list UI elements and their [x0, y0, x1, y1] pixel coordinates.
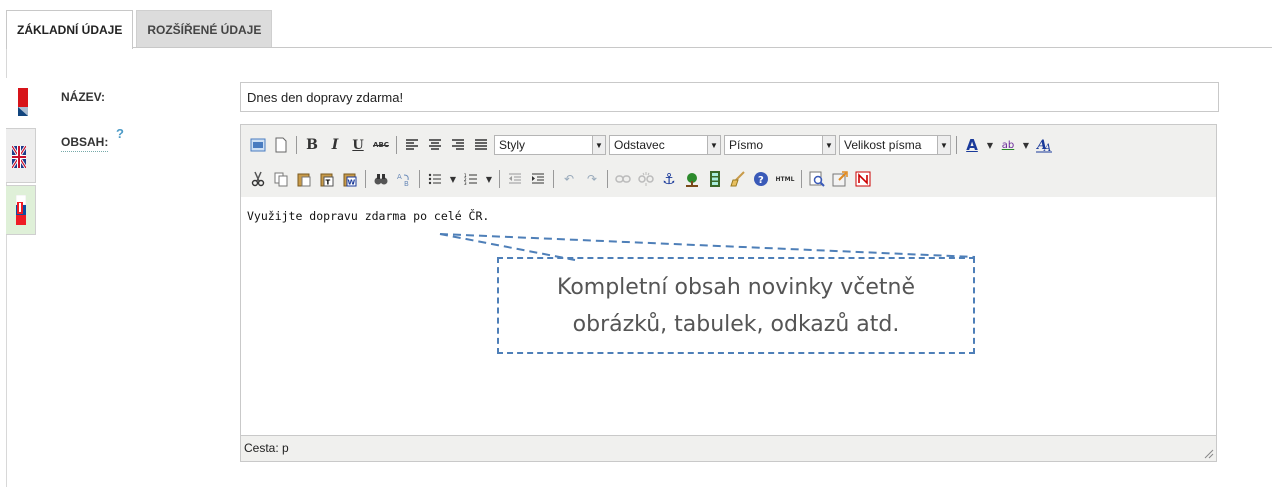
help-icon[interactable]: ?: [116, 126, 124, 141]
html-icon[interactable]: HTML: [774, 169, 796, 189]
cleanup-icon[interactable]: [728, 169, 748, 189]
underline-icon[interactable]: U: [348, 135, 368, 155]
paste-icon[interactable]: [294, 169, 314, 189]
italic-icon[interactable]: I: [325, 135, 345, 155]
svg-text:B: B: [404, 180, 409, 187]
toolbar-separator: [499, 170, 500, 188]
styles-select[interactable]: Styly ▼: [494, 135, 606, 155]
remove-format-icon[interactable]: AA: [1034, 135, 1054, 155]
language-sk[interactable]: [6, 185, 36, 235]
paragraph-select[interactable]: Odstavec ▼: [609, 135, 721, 155]
align-center-icon[interactable]: [425, 135, 445, 155]
svg-text:T: T: [326, 179, 331, 187]
content-label: OBSAH:: [61, 135, 109, 152]
align-right-icon[interactable]: [448, 135, 468, 155]
tab-basic-info[interactable]: ZÁKLADNÍ ÚDAJE: [6, 10, 134, 49]
font-size-select-value: Velikost písma: [844, 138, 922, 152]
font-size-select[interactable]: Velikost písma ▼: [839, 135, 951, 155]
toolbar-separator: [801, 170, 802, 188]
image-icon[interactable]: [682, 169, 702, 189]
tab-extended-info[interactable]: ROZŠÍŘENÉ ÚDAJE: [136, 10, 273, 48]
chevron-down-icon[interactable]: ▼: [448, 169, 458, 189]
chevron-down-icon[interactable]: ▼: [484, 169, 494, 189]
annotation-text: Kompletní obsah novinky včetně obrázků, …: [557, 269, 915, 343]
toolbar-separator: [607, 170, 608, 188]
title-label: NÁZEV:: [61, 90, 106, 104]
link-icon[interactable]: [613, 169, 633, 189]
toolbar-row-1: B I U ABC Styly ▼ Odstavec ▼ Písmo ▼ Vel…: [248, 133, 1057, 157]
toolbar-separator: [296, 136, 297, 154]
numbered-list-icon[interactable]: 123: [461, 169, 481, 189]
highlight-color-icon[interactable]: ab: [998, 135, 1018, 155]
bullet-list-icon[interactable]: [425, 169, 445, 189]
toolbar-separator: [553, 170, 554, 188]
toolbar-row-2: T W AB ▼ 123 ▼ ↶ ↷ ⚓ ? HTML: [248, 167, 876, 191]
gb-flag-icon: [12, 146, 26, 168]
toolbar-separator: [365, 170, 366, 188]
tab-bar: ZÁKLADNÍ ÚDAJE ROZŠÍŘENÉ ÚDAJE: [6, 10, 273, 49]
font-select[interactable]: Písmo ▼: [724, 135, 836, 155]
insert-file-icon[interactable]: [830, 169, 850, 189]
sk-flag-icon: [16, 195, 26, 225]
toolbar-separator: [396, 136, 397, 154]
preview-icon[interactable]: [807, 169, 827, 189]
annotation-callout: Kompletní obsah novinky včetně obrázků, …: [497, 257, 975, 354]
template-icon[interactable]: [853, 169, 873, 189]
full-page-icon[interactable]: [248, 135, 268, 155]
cut-icon[interactable]: [248, 169, 268, 189]
chevron-down-icon[interactable]: ▼: [1021, 135, 1031, 155]
paste-text-icon[interactable]: T: [317, 169, 337, 189]
svg-text:W: W: [348, 179, 356, 187]
font-select-value: Písmo: [729, 138, 764, 152]
replace-icon[interactable]: AB: [394, 169, 414, 189]
chevron-down-icon[interactable]: ▼: [985, 135, 995, 155]
svg-text:3: 3: [464, 181, 467, 185]
help-icon[interactable]: ?: [751, 169, 771, 189]
editor-statusbar: Cesta: p: [241, 435, 1216, 461]
element-path: Cesta: p: [244, 441, 289, 455]
bold-icon[interactable]: B: [302, 135, 322, 155]
new-document-icon[interactable]: [271, 135, 291, 155]
toolbar-separator: [419, 170, 420, 188]
chevron-down-icon: ▼: [592, 136, 605, 154]
chevron-down-icon: ▼: [822, 136, 835, 154]
strikethrough-icon[interactable]: ABC: [371, 135, 391, 155]
chevron-down-icon: ▼: [707, 136, 720, 154]
indent-icon[interactable]: [528, 169, 548, 189]
anchor-icon[interactable]: ⚓: [659, 169, 679, 189]
language-cz[interactable]: [6, 78, 36, 128]
language-en[interactable]: [6, 128, 36, 183]
copy-icon[interactable]: [271, 169, 291, 189]
editor-toolbar: B I U ABC Styly ▼ Odstavec ▼ Písmo ▼ Vel…: [241, 125, 1216, 198]
redo-icon[interactable]: ↷: [582, 169, 602, 189]
paragraph-select-value: Odstavec: [614, 138, 665, 152]
styles-select-value: Styly: [499, 138, 526, 152]
outdent-icon[interactable]: [505, 169, 525, 189]
unlink-icon[interactable]: [636, 169, 656, 189]
editor-content-text: Využijte dopravu zdarma po celé ČR.: [247, 209, 490, 223]
find-icon[interactable]: [371, 169, 391, 189]
annotation-line-2: obrázků, tabulek, odkazů atd.: [572, 311, 900, 337]
chevron-down-icon: ▼: [937, 136, 950, 154]
font-color-icon[interactable]: A: [962, 135, 982, 155]
title-input[interactable]: [240, 82, 1219, 112]
svg-text:A: A: [397, 173, 402, 181]
svg-text:?: ?: [758, 175, 764, 186]
annotation-line-1: Kompletní obsah novinky včetně: [556, 274, 915, 300]
align-left-icon[interactable]: [402, 135, 422, 155]
paste-word-icon[interactable]: W: [340, 169, 360, 189]
align-justify-icon[interactable]: [471, 135, 491, 155]
cz-flag-icon: [18, 88, 28, 116]
resize-handle-icon[interactable]: [1202, 447, 1214, 459]
undo-icon[interactable]: ↶: [559, 169, 579, 189]
media-icon[interactable]: [705, 169, 725, 189]
toolbar-separator: [956, 136, 957, 154]
